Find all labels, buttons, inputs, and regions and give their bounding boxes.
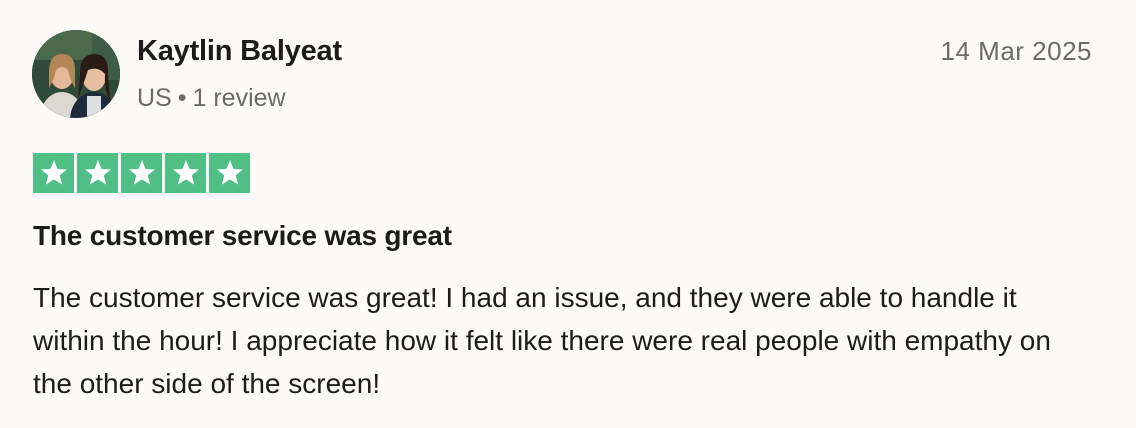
reviewer-photo-icon [32,30,120,118]
star-icon [128,160,155,185]
star-icon [216,160,243,185]
review-body: The customer service was great! I had an… [33,282,1051,399]
star-icon [172,160,199,185]
star-2 [77,153,118,193]
star-icon [40,160,67,185]
star-rating [33,153,250,193]
star-1 [33,153,74,193]
reviewer-review-count[interactable]: 1 review [193,84,286,112]
review-date: 14 Mar 2025 [940,36,1092,66]
review-card: Kaytlin Balyeat US • 1 review 14 Mar 2025 … [0,0,1136,428]
star-5 [209,153,250,193]
reviewer-country: US [137,84,172,112]
reviewer-meta: US • 1 review [137,84,286,113]
star-3 [121,153,162,193]
review-title[interactable]: The customer service was great [33,220,452,252]
star-icon [84,160,111,185]
star-4 [165,153,206,193]
reviewer-avatar[interactable] [32,30,120,118]
meta-separator: • [177,84,187,112]
reviewer-name[interactable]: Kaytlin Balyeat [137,35,342,68]
